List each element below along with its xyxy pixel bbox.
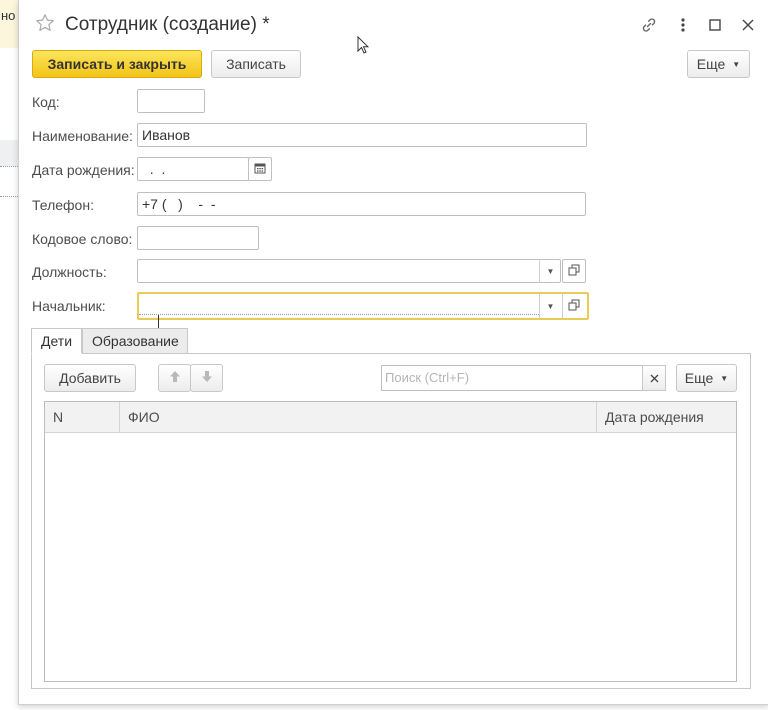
birth-date-label: Дата рождения: <box>32 162 135 178</box>
more-button[interactable]: Еще ▼ <box>687 50 750 78</box>
move-up-button[interactable] <box>158 364 191 392</box>
triangle-down-icon: ▼ <box>546 301 555 311</box>
manager-dropdown-button[interactable]: ▼ <box>539 294 561 318</box>
name-field[interactable]: Иванов <box>137 123 587 147</box>
calendar-button[interactable] <box>248 157 272 181</box>
phone-field[interactable]: +7 ( ) - - <box>137 192 586 216</box>
children-table[interactable]: N ФИО Дата рождения <box>44 401 737 682</box>
background-row <box>0 140 20 166</box>
triangle-down-icon: ▼ <box>720 373 729 383</box>
open-form-icon <box>568 263 580 279</box>
table-header: N ФИО Дата рождения <box>45 402 736 433</box>
manager-field-underline <box>139 314 539 315</box>
manager-field[interactable] <box>137 292 589 329</box>
manager-open-button[interactable] <box>562 294 584 318</box>
column-header-n[interactable]: N <box>45 402 119 432</box>
background-divider <box>0 166 18 167</box>
column-header-birth-date[interactable]: Дата рождения <box>596 402 736 432</box>
clear-x-icon <box>650 370 659 386</box>
tab-children[interactable]: Дети <box>31 328 82 354</box>
background-fragment-text: но <box>1 8 16 23</box>
phone-label: Телефон: <box>32 197 94 213</box>
triangle-down-icon: ▼ <box>546 266 555 276</box>
code-word-label: Кодовое слово: <box>32 231 133 247</box>
open-form-icon <box>568 299 580 313</box>
kod-label: Код: <box>32 94 60 110</box>
children-tab-panel: Добавить Поиск (Ctrl+F) Еще ▼ N ФИО Дата… <box>31 353 751 689</box>
search-input[interactable]: Поиск (Ctrl+F) <box>381 365 643 391</box>
kod-field[interactable] <box>137 89 205 113</box>
employee-form-window: Сотрудник (создание) * Записать и закрыт… <box>18 0 768 705</box>
calendar-icon <box>254 161 266 177</box>
code-word-field[interactable] <box>137 226 259 250</box>
text-caret <box>157 313 159 329</box>
triangle-down-icon: ▼ <box>732 59 741 69</box>
close-icon[interactable] <box>738 15 758 35</box>
position-dropdown-button[interactable]: ▼ <box>539 259 561 283</box>
arrow-up-icon <box>169 370 181 386</box>
window-title: Сотрудник (создание) * <box>65 14 270 35</box>
add-button[interactable]: Добавить <box>44 364 136 392</box>
more-button-label: Еще <box>696 56 726 72</box>
tab-education[interactable]: Образование <box>82 328 188 354</box>
position-open-button[interactable] <box>562 259 586 283</box>
arrow-down-icon <box>201 370 213 386</box>
star-outline-icon[interactable] <box>35 13 55 36</box>
table-more-label: Еще <box>684 370 714 386</box>
maximize-icon[interactable] <box>705 15 725 35</box>
background-divider <box>0 196 18 197</box>
position-label: Должность: <box>32 264 107 280</box>
column-header-fio[interactable]: ФИО <box>119 402 596 432</box>
table-more-button[interactable]: Еще ▼ <box>676 364 737 392</box>
save-button[interactable]: Записать <box>211 50 301 78</box>
mouse-cursor-icon <box>357 35 370 57</box>
move-down-button[interactable] <box>190 364 223 392</box>
save-and-close-button[interactable]: Записать и закрыть <box>32 50 202 78</box>
clear-search-button[interactable] <box>642 365 666 391</box>
link-icon[interactable] <box>639 15 659 35</box>
birth-date-field[interactable]: . . <box>137 157 249 181</box>
kebab-menu-icon[interactable] <box>673 15 693 35</box>
manager-label: Начальник: <box>32 298 106 314</box>
position-field[interactable] <box>137 259 561 283</box>
name-label: Наименование: <box>32 128 133 144</box>
